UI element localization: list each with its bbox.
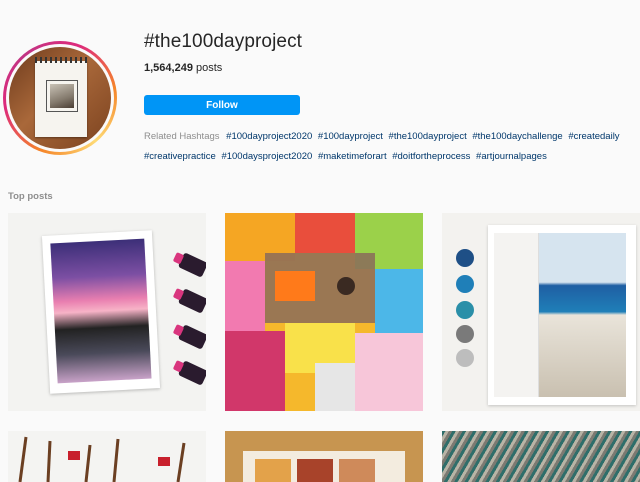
post-thumbnail-3[interactable] (442, 213, 640, 411)
post-count-value: 1,564,249 (144, 62, 193, 74)
page-title: #the100dayproject (144, 31, 303, 52)
post-thumbnail-2[interactable] (225, 213, 423, 411)
related-hashtags: Related Hashtags #100dayproject2020 #100… (144, 127, 636, 167)
painting-image (41, 230, 161, 394)
post-thumbnail-4[interactable] (8, 431, 206, 482)
avatar (9, 47, 111, 149)
paint-tube-image (177, 324, 206, 350)
related-tag[interactable]: #maketimeforart (318, 151, 387, 162)
related-tag[interactable]: #100dayproject (318, 131, 383, 142)
related-tag[interactable]: #artjournalpages (476, 151, 547, 162)
top-posts-heading: Top posts (8, 191, 53, 202)
paint-tube-image (177, 360, 206, 386)
post-thumbnail-5[interactable] (225, 431, 423, 482)
post-count: 1,564,249 posts (144, 62, 222, 74)
post-thumbnail-6[interactable] (442, 431, 640, 482)
tree-painting-image (18, 436, 186, 482)
paint-tube-image (177, 252, 206, 278)
related-tag[interactable]: #the100daychallenge (472, 131, 562, 142)
related-tag[interactable]: #creativepractice (144, 151, 216, 162)
related-tag[interactable]: #the100dayproject (389, 131, 467, 142)
related-tag[interactable]: #doitfortheprocess (392, 151, 470, 162)
follow-button[interactable]: Follow (144, 95, 300, 115)
post-thumbnail-1[interactable] (8, 213, 206, 411)
related-tag[interactable]: #100daysproject2020 (221, 151, 312, 162)
related-hashtags-label: Related Hashtags (144, 131, 220, 142)
related-tag[interactable]: #createdaily (568, 131, 619, 142)
post-count-suffix: posts (196, 62, 223, 74)
related-tag[interactable]: #100dayproject2020 (226, 131, 312, 142)
painting-image (488, 225, 636, 405)
profile-avatar-ring (3, 41, 117, 155)
paint-tube-image (177, 288, 206, 314)
